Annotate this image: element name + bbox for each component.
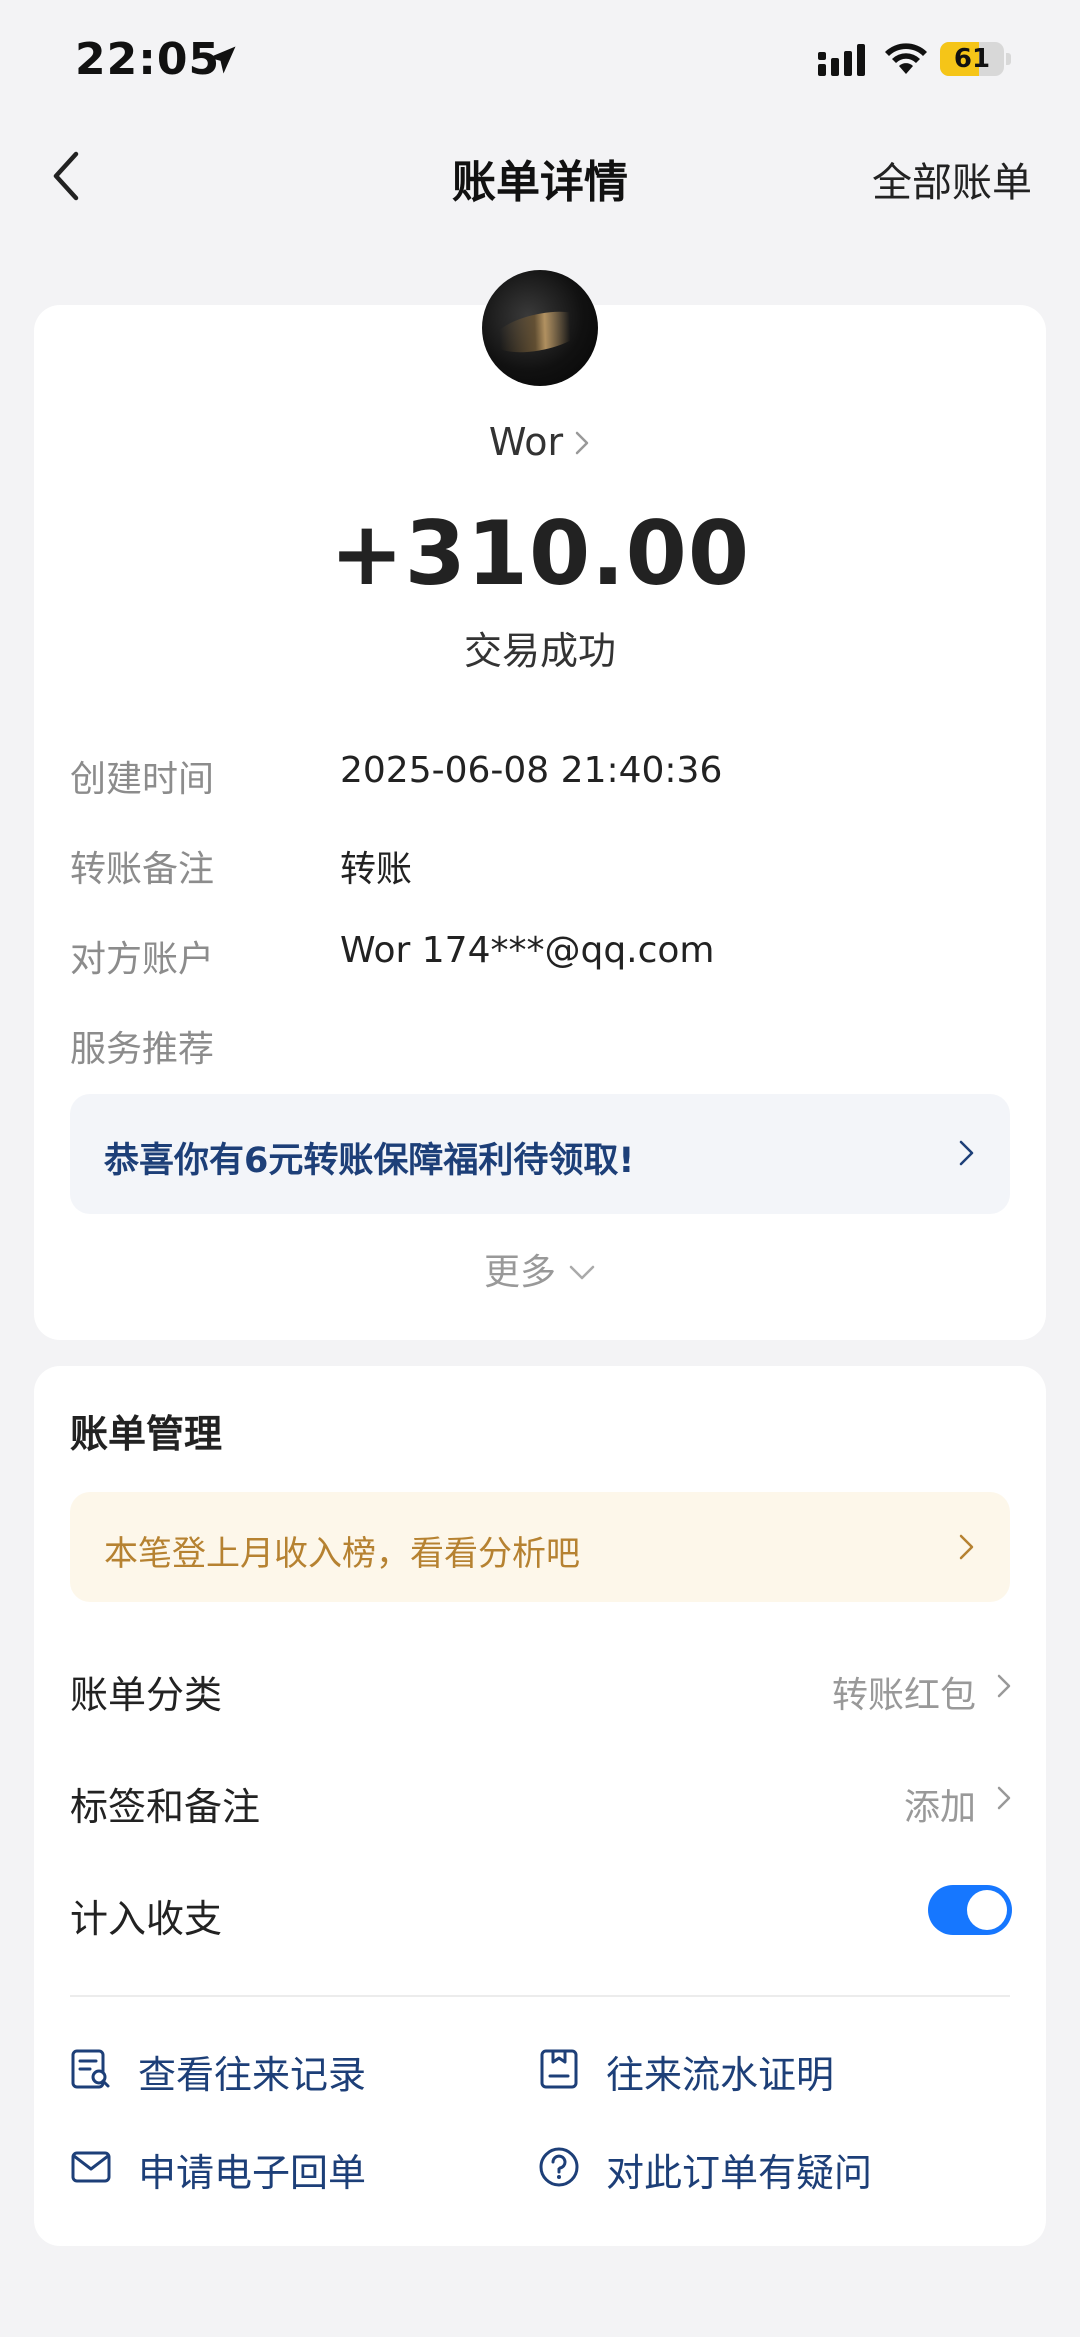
tags-notes-label: 标签和备注 [70, 1785, 261, 1829]
detail-label-remark: 转账备注 [70, 849, 215, 890]
location-arrow-icon [208, 46, 236, 74]
battery-icon: 61 [940, 42, 1012, 76]
battery-level: 61 [953, 44, 991, 74]
chevron-right-icon [997, 1674, 1011, 1698]
avatar[interactable] [482, 270, 598, 386]
divider [70, 1995, 1010, 1997]
chevron-right-icon [959, 1534, 974, 1560]
chevron-right-icon [997, 1786, 1011, 1810]
envelope-icon [71, 2151, 111, 2183]
order-question-label: 对此订单有疑问 [606, 2151, 873, 2195]
chevron-down-icon [569, 1265, 595, 1280]
more-button[interactable]: 更多 [0, 1243, 1080, 1295]
record-search-icon [71, 2049, 110, 2089]
section-title-bill-management: 账单管理 [70, 1412, 223, 1456]
question-circle-icon [539, 2147, 579, 2187]
all-bills-link[interactable]: 全部账单 [872, 150, 1032, 208]
counterparty-link[interactable]: Wor [0, 420, 1080, 464]
order-question-button[interactable]: 对此订单有疑问 [538, 2138, 958, 2198]
detail-value-account: Wor 174***@qq.com [340, 930, 715, 971]
cellular-signal-icon [818, 44, 865, 76]
statement-proof-button[interactable]: 往来流水证明 [538, 2040, 958, 2100]
chevron-right-icon [575, 431, 589, 455]
include-in-budget-toggle[interactable] [928, 1885, 1012, 1935]
promo-banner[interactable]: 恭喜你有6元转账保障福利待领取! [70, 1094, 1010, 1214]
bill-category-value: 转账红包 [831, 1675, 976, 1716]
transaction-status: 交易成功 [463, 629, 616, 673]
nav-bar: 账单详情 全部账单 [0, 120, 1080, 230]
chevron-right-icon [959, 1140, 974, 1166]
counterparty-name: Wor [488, 420, 564, 464]
statement-proof-label: 往来流水证明 [606, 2053, 835, 2097]
detail-value-remark: 转账 [340, 849, 413, 890]
battery-body: 61 [940, 42, 1004, 76]
status-time: 22:05 [75, 34, 221, 85]
detail-value-created-time: 2025-06-08 21:40:36 [340, 750, 723, 791]
avatar-swirl [489, 304, 591, 360]
battery-cap [1006, 53, 1011, 65]
e-receipt-label: 申请电子回单 [138, 2151, 367, 2195]
wifi-icon [885, 43, 927, 74]
toggle-knob [967, 1890, 1007, 1930]
detail-label-created-time: 创建时间 [70, 759, 215, 800]
e-receipt-button[interactable]: 申请电子回单 [70, 2138, 490, 2198]
detail-label-service: 服务推荐 [70, 1029, 215, 1070]
include-in-budget-label: 计入收支 [70, 1897, 223, 1941]
promo-text: 恭喜你有6元转账保障福利待领取! [104, 1141, 635, 1181]
status-bar: 22:05 61 [0, 0, 1080, 120]
view-records-button[interactable]: 查看往来记录 [70, 2040, 490, 2100]
more-label: 更多 [483, 1252, 556, 1293]
tags-notes-value: 添加 [903, 1787, 976, 1828]
analysis-text: 本笔登上月收入榜，看看分析吧 [104, 1534, 580, 1574]
analysis-banner[interactable]: 本笔登上月收入榜，看看分析吧 [70, 1492, 1010, 1602]
detail-label-account: 对方账户 [70, 939, 215, 980]
bill-category-label: 账单分类 [70, 1673, 223, 1717]
amount: +310.00 [329, 502, 751, 605]
bill-detail-page: 22:05 61 账单详情 全部账单 Wor +310.00 交易成功 创建时间… [0, 0, 1080, 2337]
view-records-label: 查看往来记录 [138, 2053, 367, 2097]
statement-document-icon [540, 2049, 578, 2089]
